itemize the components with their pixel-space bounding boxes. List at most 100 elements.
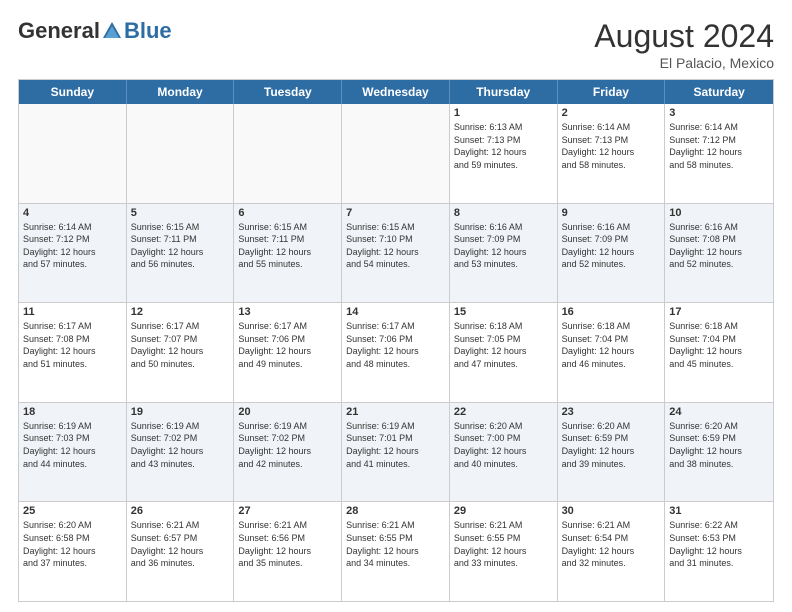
day-info: Sunrise: 6:19 AM Sunset: 7:03 PM Dayligh…: [23, 420, 122, 470]
day-number: 25: [23, 505, 122, 517]
day-info: Sunrise: 6:20 AM Sunset: 6:59 PM Dayligh…: [562, 420, 661, 470]
day-number: 4: [23, 207, 122, 219]
day-cell-5: 5 Sunrise: 6:15 AM Sunset: 7:11 PM Daylig…: [127, 204, 235, 303]
day-number: 8: [454, 207, 553, 219]
day-info: Sunrise: 6:18 AM Sunset: 7:04 PM Dayligh…: [669, 320, 769, 370]
day-cell-4: 4 Sunrise: 6:14 AM Sunset: 7:12 PM Daylig…: [19, 204, 127, 303]
day-number: 5: [131, 207, 230, 219]
calendar-row-5: 25 Sunrise: 6:20 AM Sunset: 6:58 PM Dayli…: [19, 502, 773, 601]
day-number: 18: [23, 406, 122, 418]
day-info: Sunrise: 6:19 AM Sunset: 7:01 PM Dayligh…: [346, 420, 445, 470]
day-number: 22: [454, 406, 553, 418]
day-number: 27: [238, 505, 337, 517]
day-number: 6: [238, 207, 337, 219]
day-info: Sunrise: 6:15 AM Sunset: 7:11 PM Dayligh…: [238, 221, 337, 271]
day-cell-23: 23Sunrise: 6:20 AM Sunset: 6:59 PM Dayli…: [558, 403, 666, 502]
day-number: 1: [454, 107, 553, 119]
day-info: Sunrise: 6:19 AM Sunset: 7:02 PM Dayligh…: [238, 420, 337, 470]
day-info: Sunrise: 6:16 AM Sunset: 7:08 PM Dayligh…: [669, 221, 769, 271]
day-info: Sunrise: 6:17 AM Sunset: 7:06 PM Dayligh…: [346, 320, 445, 370]
day-info: Sunrise: 6:17 AM Sunset: 7:08 PM Dayligh…: [23, 320, 122, 370]
empty-cell-0-2: [234, 104, 342, 203]
day-cell-28: 28 Sunrise: 6:21 AM Sunset: 6:55 PM Dayli…: [342, 502, 450, 601]
day-cell-3: 3Sunrise: 6:14 AM Sunset: 7:12 PM Daylig…: [665, 104, 773, 203]
day-number: 11: [23, 306, 122, 318]
calendar-header: SundayMondayTuesdayWednesdayThursdayFrid…: [19, 80, 773, 104]
day-cell-13: 13 Sunrise: 6:17 AM Sunset: 7:06 PM Dayli…: [234, 303, 342, 402]
day-info: Sunrise: 6:21 AM Sunset: 6:55 PM Dayligh…: [454, 519, 553, 569]
day-cell-12: 12Sunrise: 6:17 AM Sunset: 7:07 PM Dayli…: [127, 303, 235, 402]
calendar-row-1: 1 Sunrise: 6:13 AM Sunset: 7:13 PM Daylig…: [19, 104, 773, 204]
day-number: 14: [346, 306, 445, 318]
day-header-sunday: Sunday: [19, 80, 127, 104]
day-number: 31: [669, 505, 769, 517]
empty-cell-0-3: [342, 104, 450, 203]
title-block: August 2024 El Palacio, Mexico: [594, 18, 774, 71]
day-number: 13: [238, 306, 337, 318]
logo-general: General: [18, 18, 100, 44]
day-number: 20: [238, 406, 337, 418]
day-header-friday: Friday: [558, 80, 666, 104]
day-number: 10: [669, 207, 769, 219]
day-info: Sunrise: 6:16 AM Sunset: 7:09 PM Dayligh…: [562, 221, 661, 271]
empty-cell-0-0: [19, 104, 127, 203]
logo-text: General Blue: [18, 18, 172, 44]
header: General Blue August 2024 El Palacio, Mex…: [18, 18, 774, 71]
calendar-body: 1 Sunrise: 6:13 AM Sunset: 7:13 PM Daylig…: [19, 104, 773, 601]
day-info: Sunrise: 6:21 AM Sunset: 6:57 PM Dayligh…: [131, 519, 230, 569]
day-cell-15: 15 Sunrise: 6:18 AM Sunset: 7:05 PM Dayli…: [450, 303, 558, 402]
day-info: Sunrise: 6:17 AM Sunset: 7:07 PM Dayligh…: [131, 320, 230, 370]
day-info: Sunrise: 6:21 AM Sunset: 6:55 PM Dayligh…: [346, 519, 445, 569]
day-info: Sunrise: 6:15 AM Sunset: 7:11 PM Dayligh…: [131, 221, 230, 271]
day-number: 9: [562, 207, 661, 219]
day-cell-2: 2Sunrise: 6:14 AM Sunset: 7:13 PM Daylig…: [558, 104, 666, 203]
day-cell-24: 24 Sunrise: 6:20 AM Sunset: 6:59 PM Dayli…: [665, 403, 773, 502]
calendar-row-4: 18 Sunrise: 6:19 AM Sunset: 7:03 PM Dayli…: [19, 403, 773, 503]
page: General Blue August 2024 El Palacio, Mex…: [0, 0, 792, 612]
day-info: Sunrise: 6:22 AM Sunset: 6:53 PM Dayligh…: [669, 519, 769, 569]
day-number: 28: [346, 505, 445, 517]
day-cell-1: 1 Sunrise: 6:13 AM Sunset: 7:13 PM Daylig…: [450, 104, 558, 203]
calendar-row-3: 11 Sunrise: 6:17 AM Sunset: 7:08 PM Dayli…: [19, 303, 773, 403]
day-info: Sunrise: 6:14 AM Sunset: 7:12 PM Dayligh…: [23, 221, 122, 271]
day-header-tuesday: Tuesday: [234, 80, 342, 104]
day-cell-30: 30Sunrise: 6:21 AM Sunset: 6:54 PM Dayli…: [558, 502, 666, 601]
day-cell-22: 22 Sunrise: 6:20 AM Sunset: 7:00 PM Dayli…: [450, 403, 558, 502]
day-cell-26: 26Sunrise: 6:21 AM Sunset: 6:57 PM Dayli…: [127, 502, 235, 601]
day-cell-16: 16Sunrise: 6:18 AM Sunset: 7:04 PM Dayli…: [558, 303, 666, 402]
day-cell-9: 9 Sunrise: 6:16 AM Sunset: 7:09 PM Daylig…: [558, 204, 666, 303]
day-info: Sunrise: 6:14 AM Sunset: 7:12 PM Dayligh…: [669, 121, 769, 171]
day-info: Sunrise: 6:18 AM Sunset: 7:05 PM Dayligh…: [454, 320, 553, 370]
day-cell-25: 25 Sunrise: 6:20 AM Sunset: 6:58 PM Dayli…: [19, 502, 127, 601]
day-cell-6: 6 Sunrise: 6:15 AM Sunset: 7:11 PM Daylig…: [234, 204, 342, 303]
day-info: Sunrise: 6:18 AM Sunset: 7:04 PM Dayligh…: [562, 320, 661, 370]
day-cell-31: 31 Sunrise: 6:22 AM Sunset: 6:53 PM Dayli…: [665, 502, 773, 601]
day-info: Sunrise: 6:15 AM Sunset: 7:10 PM Dayligh…: [346, 221, 445, 271]
day-cell-27: 27 Sunrise: 6:21 AM Sunset: 6:56 PM Dayli…: [234, 502, 342, 601]
day-cell-7: 7 Sunrise: 6:15 AM Sunset: 7:10 PM Daylig…: [342, 204, 450, 303]
day-info: Sunrise: 6:20 AM Sunset: 7:00 PM Dayligh…: [454, 420, 553, 470]
day-info: Sunrise: 6:21 AM Sunset: 6:56 PM Dayligh…: [238, 519, 337, 569]
logo-blue: Blue: [124, 18, 172, 44]
location: El Palacio, Mexico: [594, 55, 774, 71]
day-cell-18: 18 Sunrise: 6:19 AM Sunset: 7:03 PM Dayli…: [19, 403, 127, 502]
day-number: 7: [346, 207, 445, 219]
logo-icon: [101, 20, 123, 42]
day-header-thursday: Thursday: [450, 80, 558, 104]
day-cell-19: 19Sunrise: 6:19 AM Sunset: 7:02 PM Dayli…: [127, 403, 235, 502]
day-info: Sunrise: 6:13 AM Sunset: 7:13 PM Dayligh…: [454, 121, 553, 171]
day-info: Sunrise: 6:20 AM Sunset: 6:58 PM Dayligh…: [23, 519, 122, 569]
day-number: 24: [669, 406, 769, 418]
day-cell-20: 20 Sunrise: 6:19 AM Sunset: 7:02 PM Dayli…: [234, 403, 342, 502]
day-info: Sunrise: 6:17 AM Sunset: 7:06 PM Dayligh…: [238, 320, 337, 370]
day-number: 29: [454, 505, 553, 517]
day-header-monday: Monday: [127, 80, 235, 104]
day-header-saturday: Saturday: [665, 80, 773, 104]
day-number: 21: [346, 406, 445, 418]
day-number: 2: [562, 107, 661, 119]
day-info: Sunrise: 6:16 AM Sunset: 7:09 PM Dayligh…: [454, 221, 553, 271]
day-cell-11: 11 Sunrise: 6:17 AM Sunset: 7:08 PM Dayli…: [19, 303, 127, 402]
day-number: 15: [454, 306, 553, 318]
day-cell-10: 10 Sunrise: 6:16 AM Sunset: 7:08 PM Dayli…: [665, 204, 773, 303]
day-info: Sunrise: 6:20 AM Sunset: 6:59 PM Dayligh…: [669, 420, 769, 470]
